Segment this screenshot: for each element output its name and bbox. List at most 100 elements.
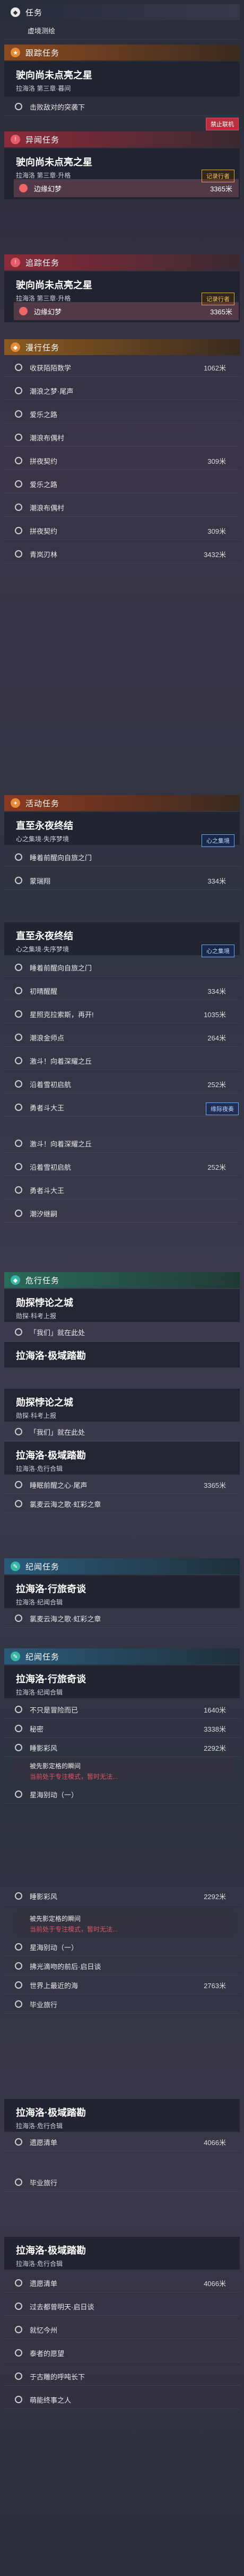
list-item-label: 潮浪布偶村 <box>30 504 65 512</box>
list-item[interactable]: 秘密 3338米 <box>4 1719 240 1738</box>
warn2-box[interactable]: 被先影定格的瞬间 当前处于专注模式，暂时无法... <box>14 1911 234 1935</box>
bond3-quest-card[interactable]: 拉海洛·极域踏勘 拉海洛·危行合辑 <box>4 2099 240 2132</box>
list-item-dist: 1640米 <box>204 1706 226 1714</box>
list-item-label: 初晴醒醒 <box>30 987 58 995</box>
list-item[interactable]: 世界上最近的海 2763米 <box>4 1976 240 1995</box>
list-item[interactable]: 沿着雪初启航 252米 <box>4 1075 240 1093</box>
bond3-quest-sub: 拉海洛·危行合辑 <box>16 2122 63 2130</box>
danger-header[interactable]: ◆ 危行任务 <box>4 1272 240 1288</box>
list-item[interactable]: 蒙瑞翔 334米 <box>4 871 240 890</box>
list-item[interactable]: 潮汐继嗣 <box>4 1204 240 1223</box>
list-item[interactable]: 睡着前醒向自旅之门 <box>4 848 240 867</box>
list-item[interactable]: 潮浪金师点 264米 <box>4 1028 240 1047</box>
event2-quest-card[interactable]: 直至永夜终结 心之集境·失序梦境 心之集境 <box>4 922 240 957</box>
rare-sub-row[interactable]: 边缘幻梦 3365米 <box>14 179 239 197</box>
danger-row[interactable]: 「我们」就在此处 <box>4 1323 240 1342</box>
list-item[interactable]: 收获陌陌数学 1062米 <box>4 358 240 377</box>
list-item[interactable]: 不只是冒险而已 1640米 <box>4 1700 240 1719</box>
list-item[interactable]: 爱乐之路 <box>4 405 240 424</box>
group2-header[interactable]: ✎ 纪闻任务 <box>4 1648 240 1664</box>
list-item[interactable]: 激斗！向着深耀之丘 <box>4 1134 240 1153</box>
list-item[interactable]: 潮浪布偶村 <box>4 428 240 447</box>
danger-quest-card[interactable]: 勋探悖论之城 勋探·科考上报 <box>4 1289 240 1322</box>
disable-online-button[interactable]: 禁止联机 <box>206 118 239 130</box>
list-item[interactable]: 遗愿清单 4066米 <box>4 2274 240 2292</box>
bond4-quest-card[interactable]: 拉海洛·极域踏勘 拉海洛·危行合辑 <box>4 2237 240 2270</box>
track2-quest-card[interactable]: 驶向尚未点亮之星 拉海洛 第三章·升格 记录行者 边缘幻梦 3365米 <box>4 271 240 322</box>
list-item-dot <box>15 1057 22 1064</box>
task-row[interactable]: 虚境测绘 <box>4 21 240 40</box>
list-item[interactable]: 星海别动（一） <box>4 1785 240 1804</box>
list-item[interactable]: 睡影彩风 2292米 <box>4 1887 240 1905</box>
list-item-dist: 2292米 <box>204 1744 226 1752</box>
list-item[interactable]: 青岚刃林 3432米 <box>4 545 240 563</box>
list-item-label: 爱乐之路 <box>30 410 58 419</box>
bond3-row2[interactable]: 毕业旅行 <box>4 2173 240 2192</box>
list-item[interactable]: 勇者斗大王 <box>4 1098 240 1117</box>
list-item[interactable]: 潮浪之梦·尾声 <box>4 382 240 400</box>
list-item-label: 星照克拉索斯，再开! <box>30 1010 94 1019</box>
bond3-quest-title: 拉海洛·极域踏勘 <box>16 2107 86 2118</box>
track2-header[interactable]: ! 追踪任务 <box>4 254 240 270</box>
track2-sub-dist: 3365米 <box>210 307 232 316</box>
list-item-dist: 252米 <box>207 1163 226 1171</box>
danger2-row-label: 「我们」就在此处 <box>30 1428 85 1436</box>
bond-quest-card[interactable]: 拉海洛·极域踏勘 <box>4 1342 240 1368</box>
danger2-row[interactable]: 「我们」就在此处 <box>4 1423 240 1441</box>
group2-quest-card[interactable]: 拉海洛·行旅奇谈 拉海洛·纪闻合辑 <box>4 1665 240 1698</box>
rare-quest-card[interactable]: 驶向尚未点亮之星 拉海洛 第三章·升格 记录行者 边缘幻梦 3365米 <box>4 148 240 199</box>
list-item[interactable]: 就忆今州 <box>4 2321 240 2339</box>
list-item[interactable]: 拼夜契约 309米 <box>4 522 240 540</box>
daily-header[interactable]: ◆ 漫行任务 <box>4 339 240 355</box>
list-item[interactable]: 勇者斗大王 <box>4 1181 240 1199</box>
list-item[interactable]: 睡影彩风 2292米 <box>4 1739 240 1757</box>
list-item[interactable]: 萌能终事之人 <box>4 2390 240 2409</box>
group-header[interactable]: ✎ 纪闻任务 <box>4 1558 240 1574</box>
bond3-row[interactable]: 遗愿清单 4066米 <box>4 2133 240 2151</box>
follow-header[interactable]: ★ 跟踪任务 <box>4 45 240 60</box>
event-quest-card[interactable]: 直至永夜终结 心之集境·失序梦境 心之集境 <box>4 812 240 847</box>
bond2-row2[interactable]: 氯麦云海之歌·虹彩之章 <box>4 1495 240 1513</box>
group-row[interactable]: 氯麦云海之歌·虹彩之章 <box>4 1609 240 1628</box>
list-item[interactable]: 星海别动（一） <box>4 1938 240 1956</box>
bond3-row-dot <box>15 2138 22 2146</box>
event-header[interactable]: ✦ 活动任务 <box>4 795 240 811</box>
danger-quest-title: 勋探悖论之城 <box>16 1298 73 1308</box>
warn1-box[interactable]: 被先影定格的瞬间 当前处于专注模式，暂时无法... <box>14 1759 234 1782</box>
group-quest-card[interactable]: 拉海洛·行旅奇谈 拉海洛·纪闻合辑 <box>4 1575 240 1608</box>
rare-header[interactable]: ! 异闻任务 <box>4 131 240 147</box>
list-item-dot <box>15 527 22 534</box>
list-item[interactable]: 过去都曾明天·启日谈 <box>4 2297 240 2316</box>
list-item-label: 拂光滴吻的前后·启日谈 <box>30 1962 101 1971</box>
list-item[interactable]: 激斗！向着深耀之丘 <box>4 1052 240 1070</box>
list-item[interactable]: 爱乐之路 <box>4 475 240 493</box>
warn1-title: 被先影定格的瞬间 <box>30 1762 81 1770</box>
list-item-dist: 1035米 <box>204 1010 226 1019</box>
list-item-dot <box>15 550 22 558</box>
danger2-quest-card[interactable]: 勋探悖论之城 勋探·科考上报 <box>4 1389 240 1422</box>
group2-quest-sub: 拉海洛·纪闻合辑 <box>16 1689 63 1696</box>
list-item[interactable]: 初晴醒醒 334米 <box>4 982 240 1000</box>
list-item[interactable]: 于古雕的呼吨长下 <box>4 2367 240 2386</box>
list-item-dot <box>15 2279 22 2287</box>
list-item-label: 爱乐之路 <box>30 480 58 489</box>
list-item[interactable]: 毕业旅行 <box>4 1995 240 2014</box>
follow-quest-card[interactable]: 驶向尚未点亮之星 拉海洛 第三章·暮间 <box>4 61 240 96</box>
bond2-row[interactable]: 睡眠前醒之心·尾声 3365米 <box>4 1476 240 1494</box>
list-item-label: 萌能终事之人 <box>30 2396 72 2404</box>
danger-header-title: 危行任务 <box>25 1276 60 1285</box>
list-item[interactable]: 拼夜契约 309米 <box>4 452 240 470</box>
list-item[interactable]: 星照克拉索斯，再开! 1035米 <box>4 1005 240 1024</box>
list-item[interactable]: 潮浪布偶村 <box>4 498 240 517</box>
list-item-dot <box>15 1163 22 1170</box>
list-item-dot <box>15 387 22 394</box>
group2-header-title: 纪闻任务 <box>25 1652 60 1662</box>
list-item[interactable]: 泰者的愿望 <box>4 2344 240 2362</box>
task-header[interactable]: ◆ 任务 <box>4 4 240 20</box>
list-item[interactable]: 沿着雪初启航 252米 <box>4 1158 240 1176</box>
track2-sub-row[interactable]: 边缘幻梦 3365米 <box>14 302 239 320</box>
list-item[interactable]: 睡着前醒向自旅之门 <box>4 958 240 977</box>
follow-row[interactable]: 击败敌对的突袭下 <box>4 98 240 116</box>
bond2-quest-card[interactable]: 拉海洛·极域踏勘 拉海洛·危行合辑 <box>4 1442 240 1475</box>
list-item[interactable]: 拂光滴吻的前后·启日谈 <box>4 1957 240 1975</box>
